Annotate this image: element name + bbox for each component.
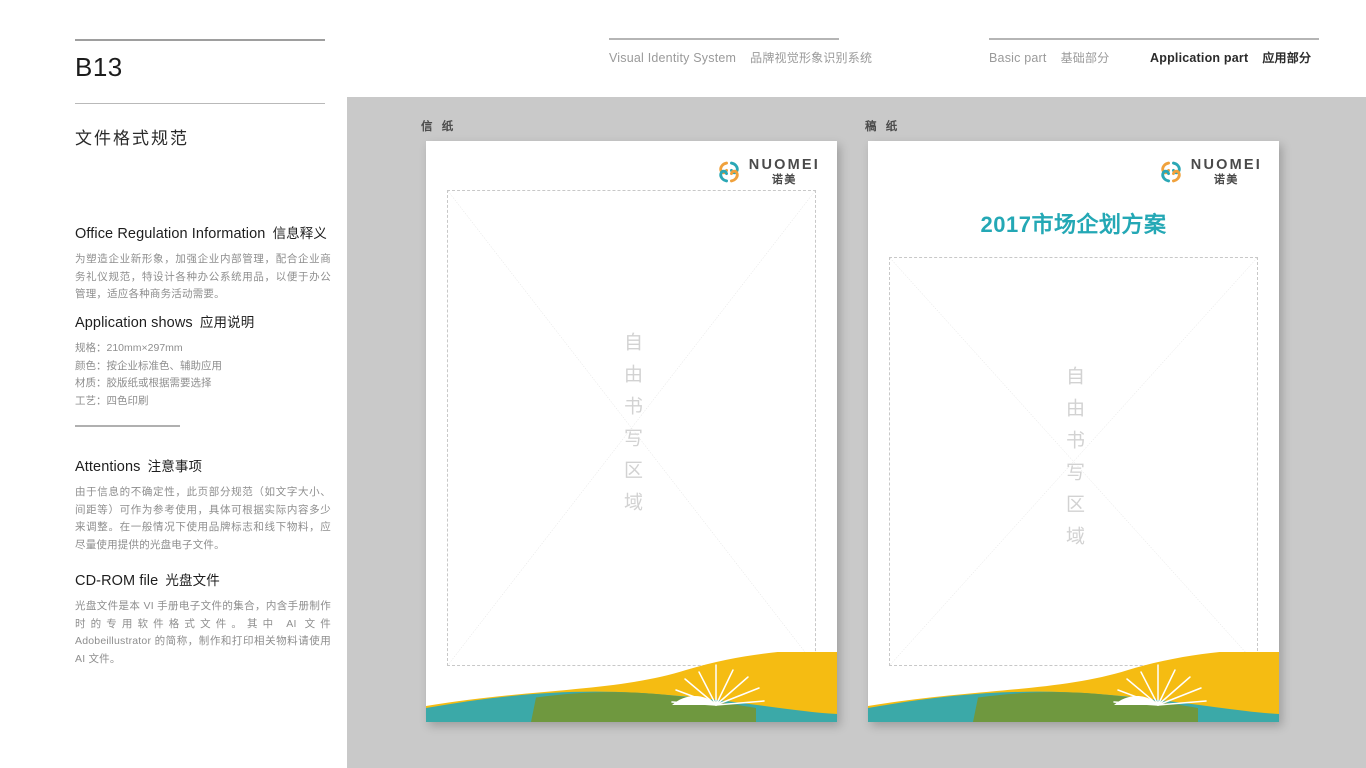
header-basic-part-en: Basic part <box>989 51 1047 65</box>
sidebar: B13 文件格式规范 Office Regulation Information… <box>0 0 347 768</box>
section-attentions-body: 由于信息的不确定性，此页部分规范（如文字大小、间距等）可作为参考使用，具体可根据… <box>75 486 331 551</box>
header-rule <box>609 38 839 40</box>
sidebar-rule-divider <box>75 425 180 427</box>
header-basic-part-line: Basic part 基础部分 <box>989 49 1109 66</box>
letterhead-sheet[interactable]: NUOMEI 诺美 自由书写区域 <box>426 141 837 722</box>
header-visual-identity-en: Visual Identity System <box>609 51 737 65</box>
section-attentions-title-en: Attentions <box>75 459 141 475</box>
spec-size: 规格：210mm×297mm <box>75 342 183 354</box>
draftpaper-writing-frame: 自由书写区域 <box>889 257 1258 666</box>
draftpaper-logo-wordmark: NUOMEI 诺美 <box>1191 158 1262 186</box>
draftpaper-sheet[interactable]: NUOMEI 诺美 2017市场企划方案 自由书写区域 <box>868 141 1279 722</box>
page-code: B13 <box>75 52 123 82</box>
letterhead-logo-en: NUOMEI <box>748 157 820 173</box>
nuomei-logo-icon <box>1158 159 1184 185</box>
draftpaper-logo-en: NUOMEI <box>1190 157 1262 173</box>
section-application-shows: Application shows 应用说明 规格：210mm×297mm 颜色… <box>75 311 331 410</box>
letterhead-logo-cn: 诺美 <box>771 173 797 186</box>
section-application-shows-heading: Application shows 应用说明 <box>75 311 331 331</box>
header-rule <box>989 38 1319 40</box>
header-application-part-cn: 应用部分 <box>1262 51 1312 65</box>
spec-color: 颜色：按企业标准色、辅助应用 <box>75 359 222 372</box>
header-visual-identity-line: Visual Identity System 品牌视觉形象识别系统 <box>609 49 872 66</box>
draftpaper-watermark: 自由书写区域 <box>1063 365 1084 558</box>
draftpaper-wave-graphic <box>868 652 1279 722</box>
letterhead-logo: NUOMEI 诺美 <box>716 158 820 186</box>
section-application-shows-specs: 规格：210mm×297mm 颜色：按企业标准色、辅助应用 材质：胶版纸或根据需… <box>75 340 331 410</box>
caption-letterhead: 信 纸 <box>421 121 457 133</box>
draftpaper-logo: NUOMEI 诺美 <box>1158 158 1262 186</box>
header-visual-identity-cn: 品牌视觉形象识别系统 <box>750 51 873 65</box>
page-title: 文件格式规范 <box>75 129 189 148</box>
letterhead-watermark: 自由书写区域 <box>621 332 642 524</box>
section-cdrom-file-heading: CD-ROM file 光盘文件 <box>75 569 331 589</box>
letterhead-logo-wordmark: NUOMEI 诺美 <box>749 158 820 186</box>
draftpaper-document-title: 2017市场企划方案 <box>980 212 1167 237</box>
section-attentions-title-cn: 注意事项 <box>147 459 203 474</box>
spec-material: 材质：胶版纸或根据需要选择 <box>75 377 212 389</box>
section-office-regulation-title-cn: 信息释义 <box>272 226 327 241</box>
section-office-regulation-heading: Office Regulation Information 信息释义 <box>75 222 331 242</box>
caption-draftpaper: 稿 纸 <box>865 121 901 133</box>
spec-process: 工艺：四色印刷 <box>75 394 149 407</box>
header-application-part-en: Application part <box>1150 51 1249 65</box>
section-office-regulation: Office Regulation Information 信息释义 为塑造企业… <box>75 222 331 304</box>
section-cdrom-file-body: 光盘文件是本 VI 手册电子文件的集合，内含手册制作时的专用软件格式文件。其中 … <box>75 600 331 665</box>
section-attentions: Attentions 注意事项 由于信息的不确定性，此页部分规范（如文字大小、间… <box>75 455 331 554</box>
section-office-regulation-title-en: Office Regulation Information <box>75 226 266 242</box>
section-application-shows-title-en: Application shows <box>75 315 193 331</box>
section-cdrom-file: CD-ROM file 光盘文件 光盘文件是本 VI 手册电子文件的集合，内含手… <box>75 569 331 668</box>
section-cdrom-file-title-cn: 光盘文件 <box>165 573 220 588</box>
header-application-part-line: Application part 应用部分 <box>1150 49 1311 66</box>
draftpaper-logo-cn: 诺美 <box>1213 173 1239 186</box>
section-application-shows-title-cn: 应用说明 <box>199 315 255 330</box>
header-basic-part-cn: 基础部分 <box>1060 51 1110 65</box>
sidebar-rule-top <box>75 39 325 41</box>
nuomei-logo-icon <box>716 159 742 185</box>
sidebar-rule-mid <box>75 103 325 104</box>
section-office-regulation-body: 为塑造企业新形象，加强企业内部管理，配合企业商务礼仪规范，特设计各种办公系统用品… <box>75 253 331 300</box>
section-cdrom-file-title-en: CD-ROM file <box>75 573 159 589</box>
section-attentions-heading: Attentions 注意事项 <box>75 455 331 475</box>
letterhead-wave-graphic <box>426 652 837 722</box>
mockup-stage: 信 纸 稿 纸 NUOMEI 诺美 自由书写区域 NUOMEI 诺美 2017市… <box>347 97 1366 768</box>
letterhead-writing-frame: 自由书写区域 <box>447 190 816 666</box>
